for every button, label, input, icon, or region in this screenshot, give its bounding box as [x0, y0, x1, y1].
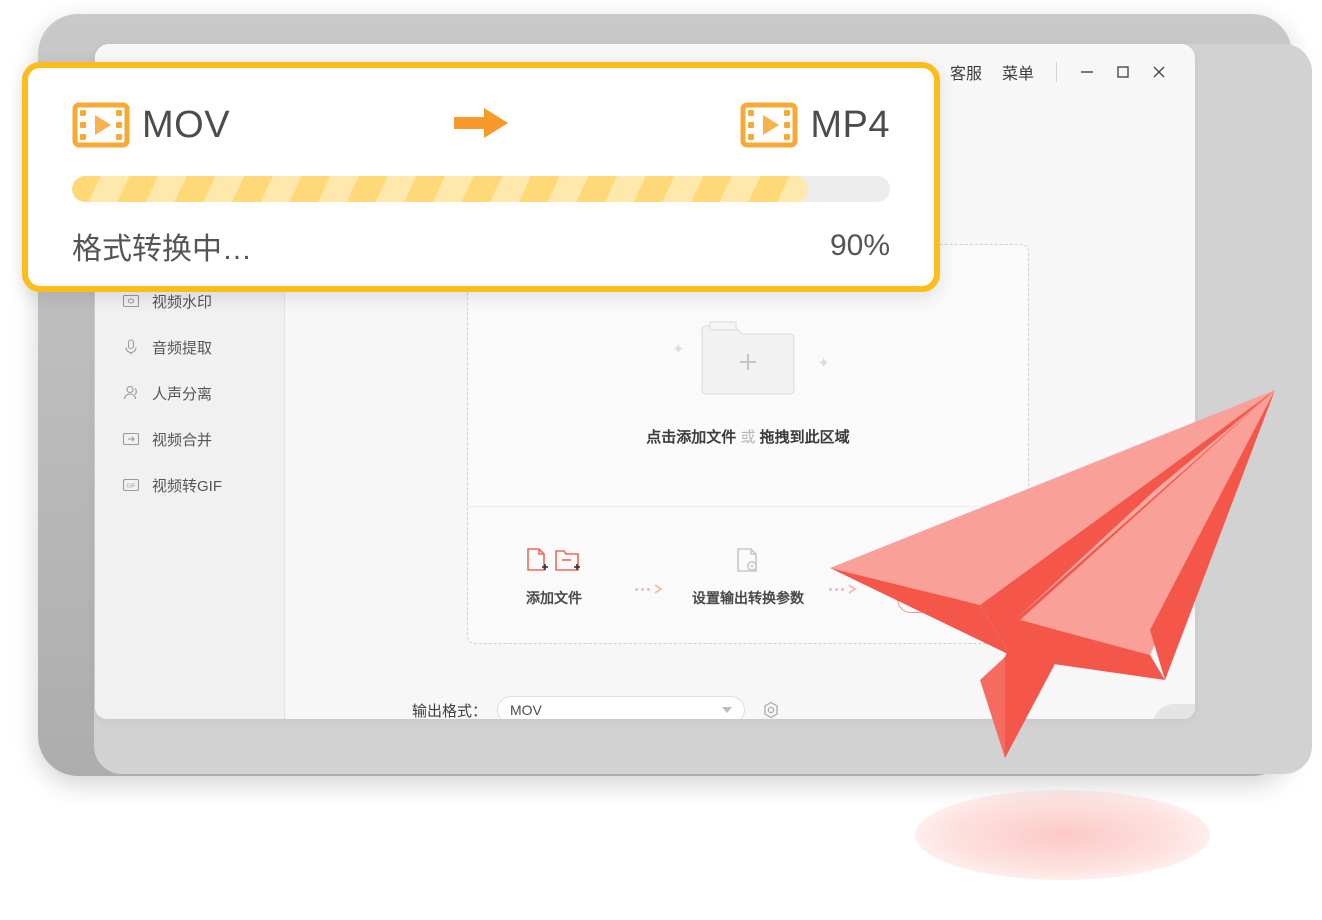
sidebar-item-label: 音频提取: [152, 339, 213, 357]
paper-plane-shadow: [915, 790, 1210, 880]
title-bar-actions: 券 客服 菜单: [909, 58, 1177, 86]
conversion-progress-card: MOV MP4 格式转换中… 90%: [22, 62, 940, 292]
format-conversion-header: MOV MP4: [72, 94, 890, 156]
output-controls: 输出格式： MOV 输出文件夹： Converted: [395, 696, 781, 719]
screenshot-root: 券 客服 菜单: [0, 0, 1322, 920]
drop-zone-label: 点击添加文件 或 拖拽到此区域: [646, 426, 849, 447]
settings-doc-icon: [733, 544, 763, 576]
sidebar-item-voice-separation[interactable]: 人声分离: [95, 370, 284, 416]
voice-separation-icon: [121, 383, 141, 403]
watermark-icon: [121, 291, 141, 311]
menu-link[interactable]: 菜单: [992, 58, 1044, 86]
step-label[interactable]: 开始转换: [897, 583, 987, 613]
titlebar-divider: [1056, 62, 1057, 82]
drop-zone-secondary-text: 拖拽到此区域: [759, 429, 850, 446]
file-folder-add-icon: [524, 544, 584, 576]
sidebar-item-video-to-gif[interactable]: GIF 视频转GIF: [95, 462, 284, 508]
sparkle-icon-left: ✦: [672, 341, 685, 358]
sidebar-item-label: 视频水印: [152, 293, 213, 311]
output-format-label: 输出格式：: [411, 702, 487, 720]
customer-service-link[interactable]: 客服: [940, 58, 992, 86]
film-play-icon-target: [740, 102, 798, 148]
workflow-steps: 添加文件 设置输出转换参数 开始转换: [468, 507, 1028, 645]
conversion-status-text: 格式转换中…: [72, 233, 252, 266]
source-format-label: MOV: [142, 103, 231, 146]
arrow-right-icon: [450, 104, 512, 147]
merge-icon: [121, 429, 141, 449]
source-format: MOV: [72, 102, 230, 148]
output-format-value: MOV: [510, 702, 542, 718]
conversion-status-row: 格式转换中… 90%: [72, 224, 890, 268]
sidebar-item-video-merge[interactable]: 视频合并: [95, 416, 284, 462]
step-arrow-1-icon: [635, 557, 667, 595]
drop-zone-primary-text: 点击添加文件: [646, 429, 737, 446]
minimize-button[interactable]: [1069, 58, 1105, 86]
target-format-label: MP4: [810, 103, 890, 146]
gif-icon: GIF: [121, 475, 141, 495]
gear-icon[interactable]: [761, 700, 781, 719]
maximize-button[interactable]: [1105, 58, 1141, 86]
file-drop-zone[interactable]: ✦ ✦ 点击添加文件 或 拖拽到此区域 添加文件 设置输出转换参数 开始转换: [467, 244, 1029, 644]
start-all-button[interactable]: 全部开始: [1153, 704, 1195, 719]
step-set-params[interactable]: 设置输出转换参数: [673, 544, 823, 608]
output-format-select[interactable]: MOV: [497, 696, 745, 719]
drop-zone-conjunction: 或: [740, 429, 756, 446]
step-arrow-2-icon: [829, 557, 861, 595]
conversion-percent-text: 90%: [829, 229, 890, 262]
sparkle-icon-right: ✦: [817, 355, 830, 372]
sidebar-item-label: 视频合并: [152, 431, 213, 449]
maximize-icon: [1117, 66, 1129, 78]
progress-bar-fill: [72, 176, 809, 202]
minimize-icon: [1081, 71, 1093, 73]
chevron-down-icon: [722, 707, 732, 713]
folder-plus-icon: ✦ ✦: [672, 304, 830, 404]
target-format: MP4: [740, 102, 890, 148]
sidebar-item-label: 视频转GIF: [152, 477, 222, 495]
step-label: 添加文件: [526, 590, 582, 606]
sidebar-item-audio-extract[interactable]: 音频提取: [95, 324, 284, 370]
sidebar-item-label: 人声分离: [152, 385, 213, 403]
film-play-icon-source: [72, 102, 130, 148]
step-start-convert[interactable]: 开始转换: [867, 539, 1017, 613]
step-add-files[interactable]: 添加文件: [479, 544, 629, 608]
microphone-icon: [121, 337, 141, 357]
output-format-row: 输出格式： MOV: [395, 696, 781, 719]
close-icon: [1153, 66, 1165, 78]
convert-camera-icon: [925, 539, 959, 571]
svg-text:GIF: GIF: [127, 484, 137, 490]
step-label: 设置输出转换参数: [692, 590, 804, 606]
close-button[interactable]: [1141, 58, 1177, 86]
conversion-progress-bar: [72, 176, 890, 202]
